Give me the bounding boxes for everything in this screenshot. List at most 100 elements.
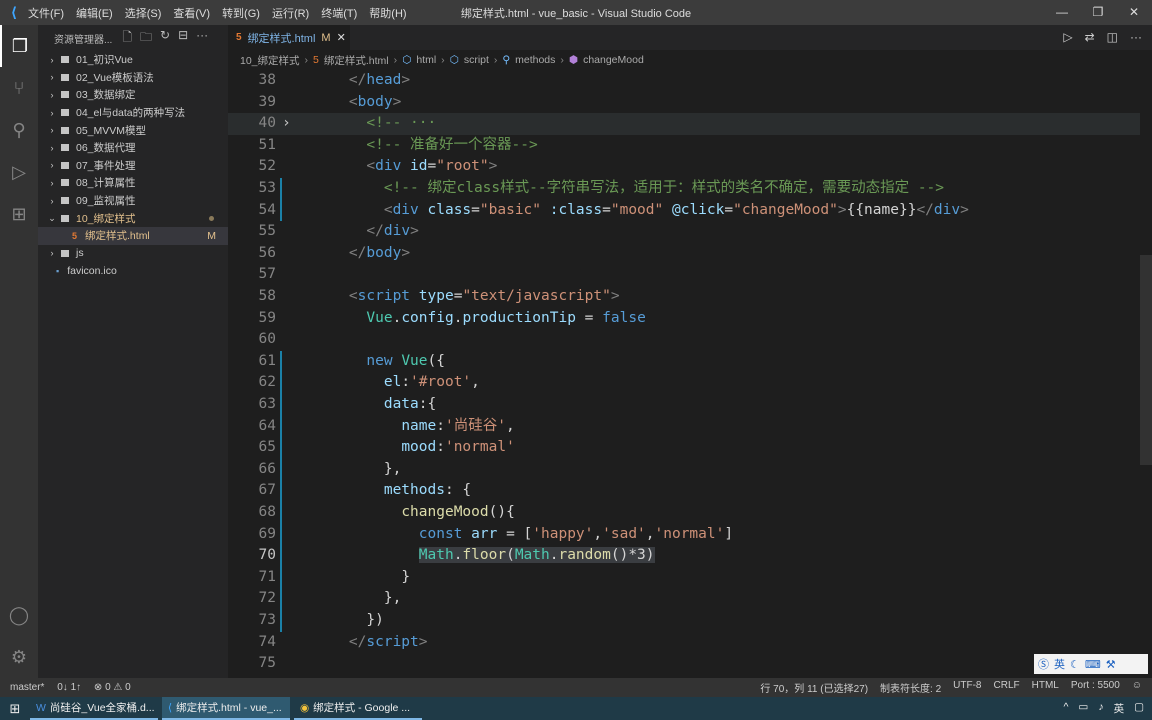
code-token: arr: [471, 525, 498, 542]
chevron-right-icon: ›: [50, 72, 54, 83]
restore-icon[interactable]: ❐: [1080, 0, 1116, 25]
encoding-status[interactable]: UTF-8: [953, 680, 981, 695]
file-tree-item[interactable]: › 01_初识Vue: [38, 51, 228, 69]
git-modified-gutter: [280, 415, 282, 438]
chevron-right-icon: ›: [50, 160, 54, 171]
file-tree-item[interactable]: ▪ favicon.ico: [38, 262, 228, 280]
file-tree-item[interactable]: › 06_数据代理: [38, 139, 228, 157]
explorer-icon[interactable]: ❐: [0, 25, 38, 67]
menu-item[interactable]: 查看(V): [173, 8, 210, 20]
code-token: <: [366, 158, 376, 175]
html-file-icon: 5: [72, 230, 78, 241]
menu-item[interactable]: 转到(G): [222, 8, 260, 20]
breadcrumb-item[interactable]: changeMood: [583, 54, 644, 66]
network-icon[interactable]: ▭: [1078, 701, 1088, 716]
account-icon[interactable]: ◯: [0, 594, 38, 636]
split-editor-icon[interactable]: ◫: [1107, 30, 1118, 44]
breadcrumb-item[interactable]: script: [464, 54, 489, 66]
line-number: 61: [258, 352, 276, 369]
compare-icon[interactable]: ⇄: [1085, 30, 1095, 44]
volume-icon[interactable]: ♪: [1098, 701, 1103, 716]
eol-status[interactable]: CRLF: [994, 680, 1020, 695]
breadcrumb-item[interactable]: 10_绑定样式: [240, 53, 300, 68]
tray-up-icon[interactable]: ^: [1063, 701, 1068, 716]
file-tree-item[interactable]: › 09_监视属性: [38, 192, 228, 210]
windows-start-icon[interactable]: ⊞: [0, 701, 30, 717]
file-tree-item[interactable]: › 07_事件处理: [38, 157, 228, 175]
indent-status[interactable]: 制表符长度: 2: [880, 680, 941, 695]
menu-item[interactable]: 文件(F): [28, 8, 64, 20]
code-token: :: [436, 439, 445, 456]
menu-item[interactable]: 编辑(E): [76, 8, 113, 20]
code-token: =: [427, 158, 437, 175]
code-token: >: [410, 223, 419, 240]
more-icon[interactable]: ···: [196, 28, 208, 49]
breadcrumb-item[interactable]: 绑定样式.html: [324, 53, 389, 68]
live-server-port[interactable]: Port : 5500: [1071, 680, 1120, 695]
ime-mode[interactable]: 英: [1054, 656, 1065, 672]
code-token: id: [401, 158, 428, 175]
cursor-position[interactable]: 行 70，列 11 (已选择27): [760, 680, 868, 695]
notification-icon[interactable]: ▢: [1134, 701, 1144, 716]
code-line: 60: [228, 329, 1152, 351]
new-folder-icon[interactable]: 🗀: [140, 28, 152, 49]
code-line: 72 },: [228, 588, 1152, 610]
task-vscode[interactable]: ⟨ 绑定样式.html - vue_...: [162, 697, 290, 720]
more-actions-icon[interactable]: ···: [1130, 30, 1142, 44]
file-tree-item[interactable]: › 04_el与data的两种写法: [38, 104, 228, 122]
folder-icon: [61, 109, 69, 117]
code-editor[interactable]: 38 </head> 39 <body> 40 › <!-- ··· 51 <!-- 准…: [228, 70, 1152, 678]
code-token: <: [383, 201, 393, 218]
ime-indicator[interactable]: 英: [1114, 701, 1125, 716]
problems-status[interactable]: ⊗ 0 ⚠ 0: [94, 682, 131, 693]
run-debug-icon[interactable]: ▷: [0, 151, 38, 193]
ime-toolbar[interactable]: Ⓢ 英 ☾ ⌨ ⚒: [1034, 654, 1148, 674]
fold-chevron-icon[interactable]: ›: [282, 113, 291, 135]
code-token: new: [366, 352, 402, 369]
tab-binding-style[interactable]: 5 绑定样式.html M ✕: [228, 25, 350, 50]
menu-item[interactable]: 选择(S): [125, 8, 162, 20]
menu-item[interactable]: 终端(T): [321, 8, 357, 20]
run-icon[interactable]: ▷: [1063, 30, 1072, 44]
task-word[interactable]: W 尚硅谷_Vue全家桶.d...: [30, 697, 158, 720]
code-token: false: [602, 309, 646, 326]
code-line: 59 Vue.config.productionTip = false: [228, 308, 1152, 330]
search-icon[interactable]: ⚲: [0, 109, 38, 151]
menu-item[interactable]: 运行(R): [272, 8, 309, 20]
editor-scrollbar[interactable]: [1140, 70, 1152, 678]
collapse-icon[interactable]: ⊟: [178, 28, 188, 49]
extensions-icon[interactable]: ⊞: [0, 193, 38, 235]
sync-status[interactable]: 0↓ 1↑: [57, 682, 81, 693]
new-file-icon[interactable]: 🗋: [122, 28, 132, 49]
file-tree-item[interactable]: › 05_MVVM模型: [38, 121, 228, 139]
file-tree-item[interactable]: › 03_数据绑定: [38, 86, 228, 104]
file-tree-item[interactable]: › js: [38, 245, 228, 263]
feedback-icon[interactable]: ☺: [1132, 680, 1142, 695]
breadcrumb-item[interactable]: methods: [515, 54, 555, 66]
git-modified-gutter: [280, 437, 282, 459]
code-text: el:'#root',: [314, 372, 480, 394]
code-line: 57: [228, 264, 1152, 286]
close-icon[interactable]: ✕: [1116, 0, 1152, 25]
branch-status[interactable]: master*: [10, 682, 44, 693]
source-control-icon[interactable]: ⑂: [0, 67, 38, 109]
gear-icon[interactable]: ⚙: [0, 636, 38, 678]
code-text: <script type="text/javascript">: [314, 286, 620, 308]
breadcrumb-item[interactable]: html: [416, 54, 436, 66]
file-tree-item[interactable]: › 08_计算属性: [38, 174, 228, 192]
task-chrome[interactable]: ◉ 绑定样式 - Google ...: [294, 697, 422, 720]
file-tree-item[interactable]: › 02_Vue模板语法: [38, 69, 228, 87]
code-token: '#root': [410, 374, 472, 391]
code-line: 64 name:'尚硅谷',: [228, 415, 1152, 438]
file-tree-item[interactable]: ⌄ 10_绑定样式: [38, 209, 228, 227]
minimize-icon[interactable]: —: [1044, 0, 1080, 25]
file-tree-item[interactable]: 5 绑定样式.html M: [38, 226, 228, 245]
close-tab-icon[interactable]: ✕: [337, 31, 346, 44]
code-line: 52 <div id="root">: [228, 156, 1152, 178]
menu-item[interactable]: 帮助(H): [369, 8, 406, 20]
refresh-icon[interactable]: ↻: [160, 28, 170, 49]
vscode-logo-icon: ⟨: [10, 4, 18, 20]
code-token: >: [401, 72, 411, 88]
language-status[interactable]: HTML: [1032, 680, 1059, 695]
